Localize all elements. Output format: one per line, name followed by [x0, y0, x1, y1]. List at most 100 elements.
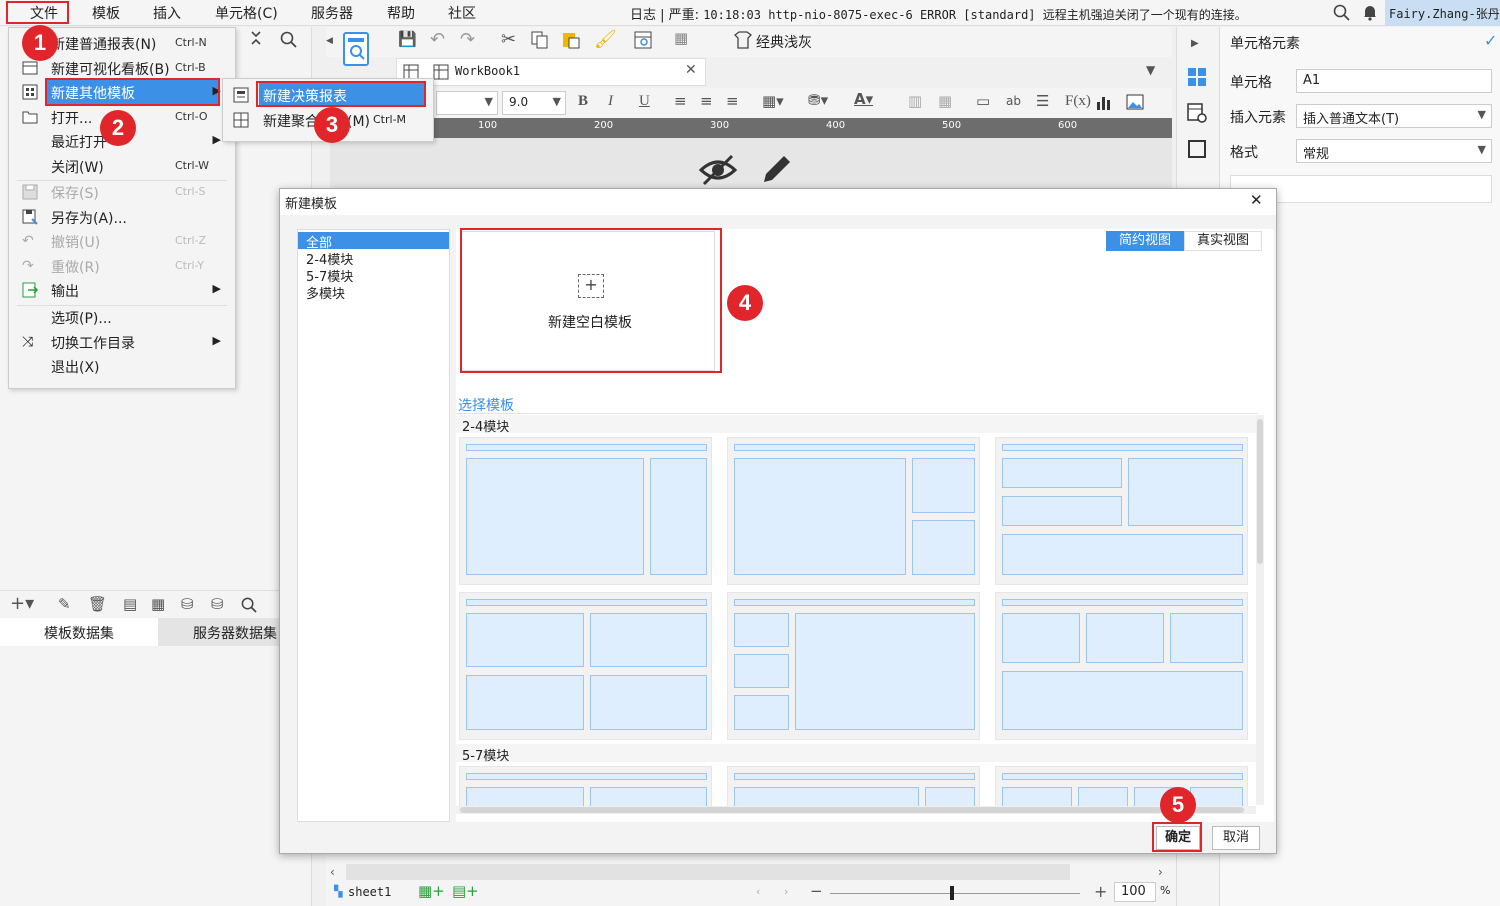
- zoom-out-icon[interactable]: −: [810, 884, 823, 899]
- bell-icon[interactable]: [1362, 4, 1378, 21]
- report-icon[interactable]: [342, 31, 370, 71]
- cell-field[interactable]: A1: [1296, 69, 1492, 93]
- template-card[interactable]: [459, 592, 712, 740]
- hide-icon[interactable]: [698, 152, 738, 188]
- zoom-slider[interactable]: [830, 893, 1080, 894]
- cancel-button[interactable]: 取消: [1212, 826, 1260, 850]
- prev-sheet-icon[interactable]: ‹: [756, 886, 760, 897]
- add-sheet-icon[interactable]: ▦+: [418, 884, 445, 899]
- menu-cell[interactable]: 单元格(C): [215, 3, 278, 23]
- category-5-7[interactable]: 5-7模块: [298, 266, 449, 285]
- category-multi[interactable]: 多模块: [298, 283, 449, 302]
- collapse-icon[interactable]: [250, 31, 262, 45]
- menu-item-switch-workdir[interactable]: ⤨ 切换工作目录 ▶: [9, 330, 235, 354]
- border-icon[interactable]: ▦▾: [762, 94, 784, 109]
- dataset-edit-icon[interactable]: ▦: [151, 597, 165, 612]
- underline-icon[interactable]: U: [639, 94, 650, 109]
- menu-item-undo[interactable]: ↶ 撤销(U) Ctrl-Z: [9, 229, 235, 253]
- font-name-select[interactable]: ▼: [436, 91, 498, 115]
- template-card[interactable]: [727, 766, 980, 806]
- close-icon[interactable]: ✕: [685, 63, 697, 77]
- close-icon[interactable]: ✕: [1250, 193, 1263, 208]
- format-select[interactable]: 常规 ▼: [1296, 139, 1492, 163]
- menu-item-redo[interactable]: ↷ 重做(R) Ctrl-Y: [9, 254, 235, 278]
- format-painter-icon[interactable]: 🖌: [594, 31, 617, 49]
- zoom-slider-thumb[interactable]: [950, 886, 954, 900]
- collapse-left-icon[interactable]: ◀: [326, 37, 333, 46]
- template-preview-icon[interactable]: [634, 31, 652, 49]
- search-icon[interactable]: [241, 597, 257, 613]
- template-card[interactable]: [995, 766, 1248, 806]
- template-card[interactable]: [995, 437, 1248, 585]
- widget-icon[interactable]: [1187, 139, 1207, 159]
- split-cells-icon[interactable]: ▦: [938, 94, 952, 109]
- menu-item-export[interactable]: 输出 ▶: [9, 278, 235, 302]
- menu-item-save-as[interactable]: 另存为(A)...: [9, 205, 235, 229]
- menu-item-close[interactable]: 关闭(W) Ctrl-W: [9, 154, 235, 178]
- template-card[interactable]: [459, 437, 712, 585]
- workbook-tab-label[interactable]: WorkBook1: [455, 64, 520, 78]
- cell-element-icon[interactable]: [1187, 67, 1207, 87]
- database-refresh-icon[interactable]: ⛁: [211, 597, 224, 612]
- paste-icon[interactable]: [562, 31, 580, 49]
- template-card[interactable]: [995, 592, 1248, 740]
- tab-menu-icon[interactable]: ▼: [1146, 64, 1155, 76]
- cut-icon[interactable]: ✂: [501, 31, 516, 49]
- image-icon[interactable]: [1126, 94, 1144, 110]
- align-left-icon[interactable]: ≡: [674, 94, 687, 109]
- menu-item-options[interactable]: 选项(P)...: [9, 305, 235, 329]
- menu-item-exit[interactable]: 退出(X): [9, 354, 235, 378]
- template-card[interactable]: [727, 437, 980, 585]
- menu-help[interactable]: 帮助: [387, 3, 415, 23]
- edit-icon[interactable]: ✓: [1484, 33, 1497, 49]
- richtext-icon[interactable]: ☰: [1036, 94, 1049, 109]
- font-size-select[interactable]: 9.0 ▼: [502, 91, 566, 115]
- chart-icon[interactable]: [1096, 94, 1112, 110]
- italic-icon[interactable]: I: [608, 94, 613, 109]
- undo-icon[interactable]: ↶: [430, 31, 445, 49]
- save-icon[interactable]: 💾: [398, 32, 417, 47]
- bold-icon[interactable]: B: [578, 94, 588, 109]
- vertical-scrollbar[interactable]: [1256, 415, 1264, 805]
- tab-template-dataset[interactable]: 模板数据集: [0, 618, 158, 646]
- sheet-tab[interactable]: sheet1: [348, 885, 391, 899]
- menu-template[interactable]: 模板: [92, 3, 120, 23]
- menu-insert[interactable]: 插入: [153, 3, 181, 23]
- user-badge[interactable]: Fairy.Zhang-张丹: [1385, 0, 1500, 26]
- add-icon[interactable]: +▾: [10, 595, 34, 613]
- scroll-left-icon[interactable]: ‹: [330, 866, 335, 878]
- scrollbar-thumb[interactable]: [1257, 419, 1263, 564]
- pencil-icon[interactable]: [758, 152, 794, 188]
- menu-server[interactable]: 服务器: [311, 3, 353, 23]
- text-icon[interactable]: ab: [1006, 95, 1021, 107]
- menu-community[interactable]: 社区: [448, 3, 476, 23]
- theme-icon[interactable]: [734, 31, 752, 49]
- zoom-input[interactable]: 100: [1114, 882, 1156, 902]
- insert-select[interactable]: 插入普通文本(T) ▼: [1296, 104, 1492, 128]
- merge-cells-icon[interactable]: ▥: [908, 94, 922, 109]
- log-link[interactable]: 日志: [630, 8, 656, 23]
- cell-icon[interactable]: ▦: [674, 31, 688, 46]
- design-canvas[interactable]: [330, 138, 1172, 190]
- formula-icon[interactable]: F(x): [1065, 94, 1091, 109]
- theme-label[interactable]: 经典浅灰: [756, 32, 812, 52]
- redo-icon[interactable]: ↷: [460, 31, 475, 49]
- copy-icon[interactable]: [531, 31, 549, 49]
- menu-item-save[interactable]: 保存(S) Ctrl-S: [9, 180, 235, 204]
- edit-icon[interactable]: ✎: [58, 597, 71, 612]
- delete-icon[interactable]: 🗑: [88, 597, 107, 612]
- textfield-icon[interactable]: ▭: [976, 94, 990, 109]
- search-icon[interactable]: [280, 31, 297, 48]
- align-center-icon[interactable]: ≡: [700, 94, 713, 109]
- preview-icon[interactable]: ▤: [123, 597, 137, 612]
- zoom-in-icon[interactable]: +: [1094, 884, 1107, 900]
- font-color-icon[interactable]: A▾: [854, 92, 873, 107]
- fill-color-icon[interactable]: ⛃▾: [808, 93, 828, 108]
- real-view-button[interactable]: 真实视图: [1184, 231, 1262, 251]
- add-report-sheet-icon[interactable]: ▤+: [452, 884, 479, 899]
- scroll-right-icon[interactable]: ›: [1158, 866, 1163, 878]
- search-icon[interactable]: [1333, 4, 1350, 21]
- template-card[interactable]: [727, 592, 980, 740]
- database-icon[interactable]: ⛁: [181, 597, 194, 612]
- scrollbar-thumb[interactable]: [460, 807, 1244, 813]
